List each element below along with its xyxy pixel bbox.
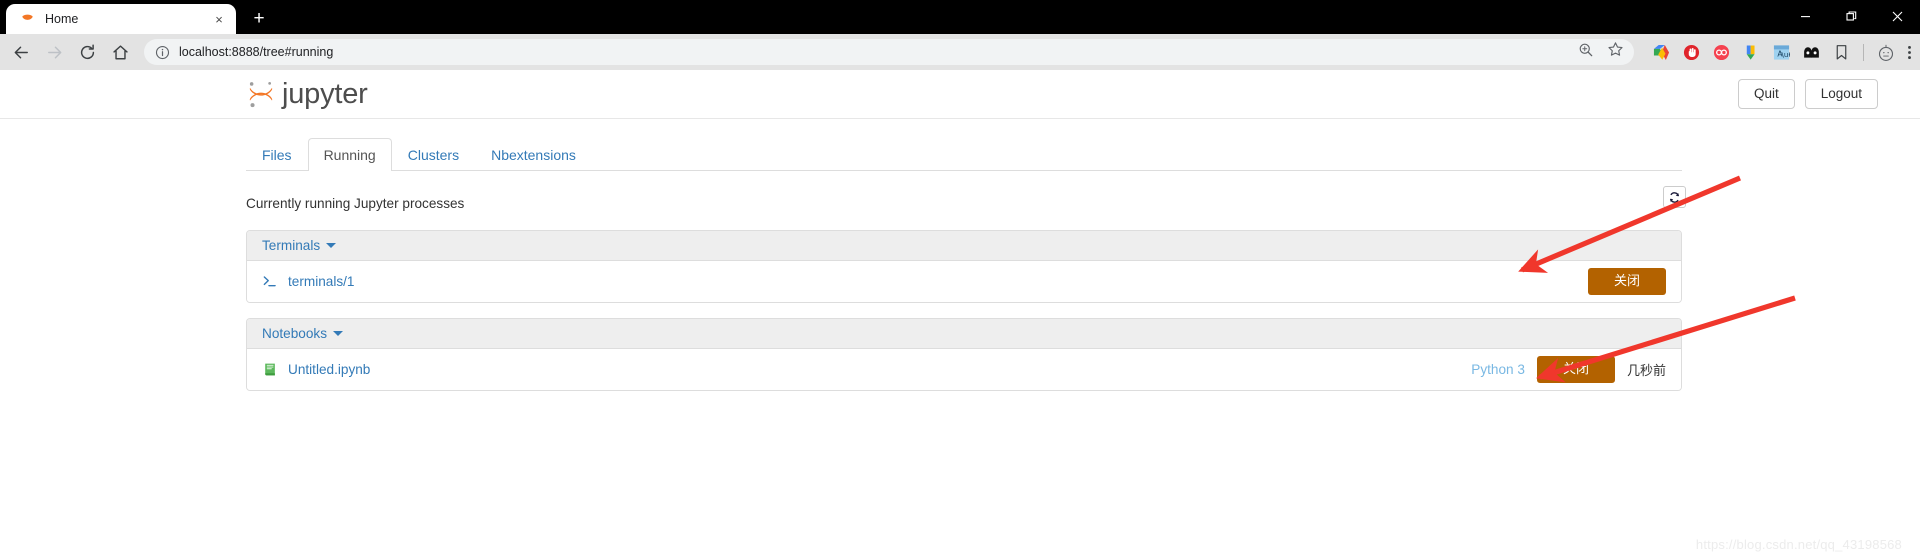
window-controls: [1782, 0, 1920, 32]
jupyter-logo-text: jupyter: [282, 77, 368, 110]
zoom-in-icon[interactable]: [1578, 42, 1594, 63]
jupyter-logo-icon: [246, 78, 276, 110]
terminals-panel: Terminals terminals/1 关闭: [246, 230, 1682, 303]
notebook-last-modified: 几秒前: [1626, 363, 1666, 379]
browser-tab-close-icon[interactable]: ×: [210, 10, 228, 28]
ext-bookmark-icon[interactable]: [1833, 44, 1850, 61]
notebook-row: Untitled.ipynb Python 3 关闭 几秒前: [247, 348, 1681, 390]
tab-running[interactable]: Running: [307, 137, 392, 171]
chevron-down-icon: [326, 243, 337, 248]
window-close-button[interactable]: [1874, 0, 1920, 32]
address-bar[interactable]: localhost:8888/tree#running: [144, 39, 1634, 65]
notebook-icon: [262, 361, 279, 378]
info-circle-icon[interactable]: [155, 45, 170, 60]
ext-infinity-icon[interactable]: [1713, 44, 1730, 61]
notebooks-panel-header[interactable]: Notebooks: [247, 318, 1681, 349]
notebook-kernel-label: Python 3: [1471, 361, 1525, 377]
refresh-icon: [1669, 191, 1680, 203]
jupyter-header: jupyter Quit Logout: [0, 70, 1920, 119]
browser-titlebar: Home × +: [0, 0, 1920, 34]
jupyter-body: Files Running Clusters Nbextensions Curr…: [0, 137, 1920, 391]
running-subtitle-row: Currently running Jupyter processes: [246, 186, 1686, 215]
browser-window: Home × + localhost:8888/tree#running A \…: [0, 0, 1920, 560]
jupyter-page: jupyter Quit Logout Files Running Cluste…: [0, 70, 1920, 560]
refresh-button[interactable]: [1663, 186, 1686, 208]
running-subtitle: Currently running Jupyter processes: [246, 195, 465, 211]
ext-downloader-icon[interactable]: [1743, 44, 1760, 61]
logout-button[interactable]: Logout: [1804, 78, 1878, 110]
reload-button[interactable]: [72, 37, 102, 67]
tab-nbextensions[interactable]: Nbextensions: [475, 138, 592, 171]
browser-tab-title: Home: [45, 12, 79, 26]
svg-text:\u6587: \u6587: [1782, 49, 1791, 58]
terminal-name[interactable]: terminals/1: [288, 274, 354, 289]
toolbar-divider: [1863, 43, 1864, 61]
bookmark-star-icon[interactable]: [1607, 41, 1624, 63]
browser-tab-home[interactable]: Home ×: [6, 4, 236, 34]
notebook-shutdown-button[interactable]: 关闭: [1536, 355, 1615, 383]
terminal-prompt-icon: [262, 273, 279, 290]
jupyter-favicon-icon: [20, 12, 35, 27]
forward-button[interactable]: [39, 37, 69, 67]
ext-screenshot-icon[interactable]: [1653, 44, 1670, 61]
browser-tabstrip: Home × +: [0, 0, 274, 34]
terminals-header-label: Terminals: [262, 238, 321, 253]
home-button[interactable]: [105, 37, 135, 67]
ext-translate-icon[interactable]: A \u6587: [1773, 44, 1806, 61]
jupyter-tabs: Files Running Clusters Nbextensions: [246, 137, 1682, 171]
watermark: https://blog.csdn.net/qq_43198568: [1695, 537, 1902, 552]
browser-toolbar: localhost:8888/tree#running A \u: [0, 34, 1920, 70]
terminals-panel-header[interactable]: Terminals: [247, 231, 1681, 261]
quit-button[interactable]: Quit: [1737, 78, 1795, 110]
profile-avatar-icon[interactable]: [1877, 44, 1894, 61]
terminal-row: terminals/1 关闭: [247, 261, 1681, 302]
notebooks-panel: Notebooks Untitled.ipynb Python 3 关闭 几秒前: [246, 317, 1682, 391]
tab-clusters[interactable]: Clusters: [392, 138, 475, 171]
ext-dualview-icon[interactable]: [1803, 44, 1820, 61]
notebook-name[interactable]: Untitled.ipynb: [288, 362, 370, 377]
jupyter-header-actions: Quit Logout: [1737, 78, 1878, 110]
chevron-down-icon: [333, 330, 343, 336]
notebooks-header-label: Notebooks: [262, 325, 327, 341]
jupyter-logo[interactable]: jupyter: [246, 76, 368, 112]
ext-adblock-icon[interactable]: [1683, 44, 1700, 61]
back-button[interactable]: [6, 37, 36, 67]
tab-files[interactable]: Files: [246, 138, 308, 171]
address-bar-url[interactable]: localhost:8888/tree#running: [179, 45, 1570, 59]
new-tab-button[interactable]: +: [244, 3, 274, 33]
extension-tray: A \u6587: [1642, 43, 1912, 61]
terminal-shutdown-button[interactable]: 关闭: [1587, 268, 1666, 295]
window-restore-button[interactable]: [1828, 0, 1874, 32]
kebab-menu-icon[interactable]: [1907, 44, 1912, 61]
window-minimize-button[interactable]: [1782, 0, 1828, 32]
